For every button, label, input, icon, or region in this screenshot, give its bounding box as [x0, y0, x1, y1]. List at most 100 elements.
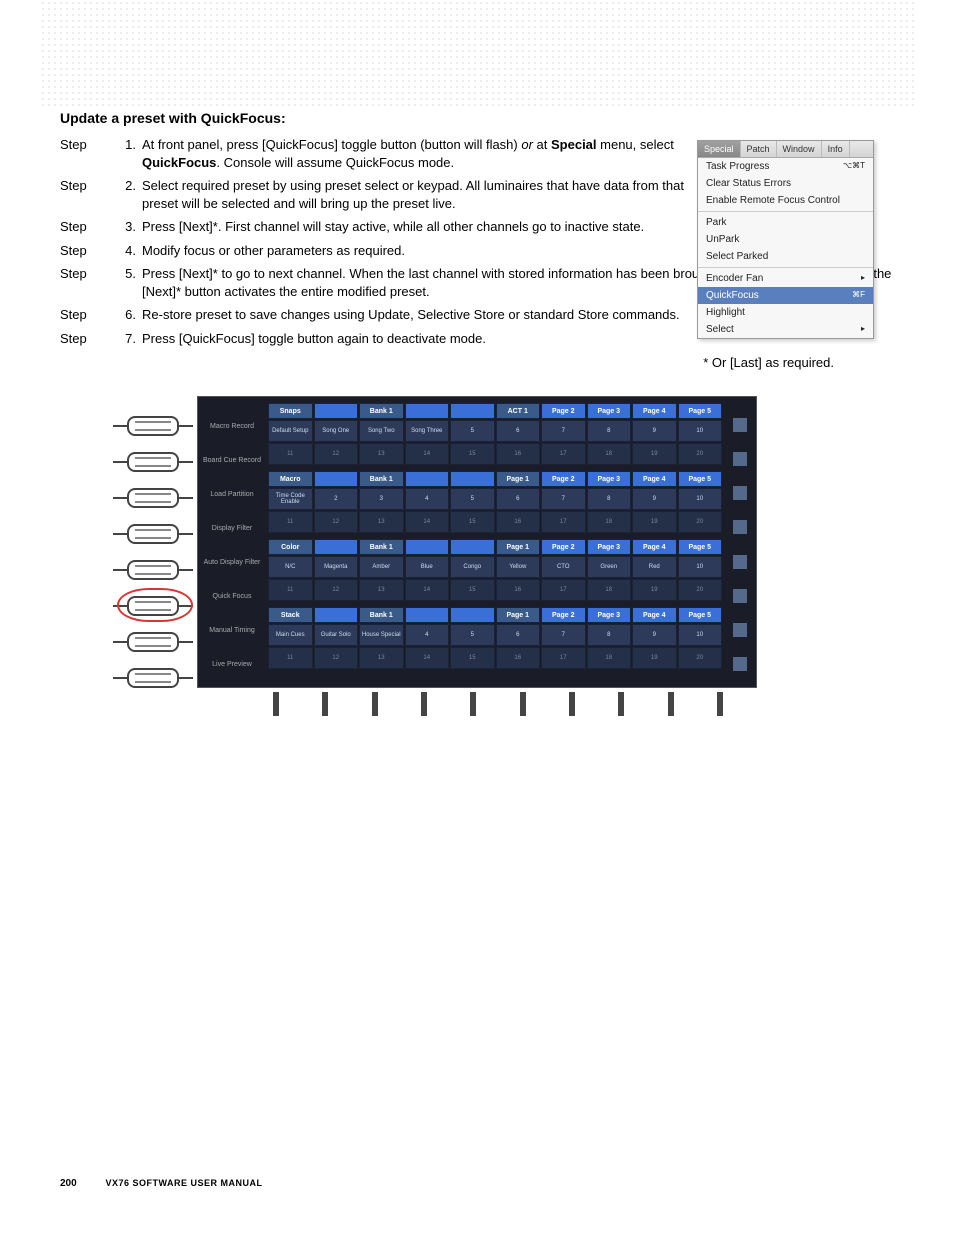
menu-tab[interactable]: Window — [777, 141, 822, 157]
panel-header-cell[interactable]: Page 1 — [496, 471, 541, 487]
panel-cell[interactable]: 9 — [632, 488, 677, 510]
panel-header-cell[interactable]: Snaps — [268, 403, 313, 419]
panel-header-cell[interactable] — [405, 539, 450, 555]
panel-header-cell[interactable] — [314, 539, 359, 555]
panel-header-cell[interactable]: Page 1 — [496, 539, 541, 555]
panel-cell[interactable]: 3 — [359, 488, 404, 510]
panel-cell[interactable]: 10 — [678, 420, 723, 442]
panel-cell[interactable]: Green — [587, 556, 632, 578]
panel-header-cell[interactable]: Page 4 — [632, 403, 677, 419]
panel-side-icon[interactable] — [733, 657, 747, 671]
panel-cell[interactable]: 9 — [632, 624, 677, 646]
panel-cell[interactable]: 14 — [405, 579, 450, 601]
panel-cell[interactable]: 15 — [450, 511, 495, 533]
panel-header-cell[interactable]: Macro — [268, 471, 313, 487]
panel-cell[interactable]: 17 — [541, 443, 586, 465]
panel-cell[interactable]: 7 — [541, 488, 586, 510]
panel-header-cell[interactable] — [405, 471, 450, 487]
panel-cell[interactable]: Guitar Solo — [314, 624, 359, 646]
panel-header-cell[interactable] — [450, 403, 495, 419]
panel-header-cell[interactable]: Page 2 — [541, 403, 586, 419]
panel-cell[interactable]: 14 — [405, 511, 450, 533]
panel-header-cell[interactable]: Page 3 — [587, 539, 632, 555]
hardware-button[interactable] — [127, 416, 179, 436]
panel-cell[interactable]: 17 — [541, 579, 586, 601]
panel-cell[interactable]: Default Setup — [268, 420, 313, 442]
panel-cell[interactable]: Song One — [314, 420, 359, 442]
menu-item[interactable]: Select Parked — [698, 248, 873, 265]
panel-cell[interactable]: 8 — [587, 488, 632, 510]
menu-tab[interactable]: Special — [698, 141, 741, 157]
panel-header-cell[interactable]: Color — [268, 539, 313, 555]
hardware-button[interactable] — [127, 560, 179, 580]
hardware-button[interactable] — [127, 596, 179, 616]
panel-cell[interactable]: 15 — [450, 579, 495, 601]
menu-item[interactable]: Select▸ — [698, 321, 873, 338]
hardware-button[interactable] — [127, 524, 179, 544]
panel-header-cell[interactable]: Page 3 — [587, 607, 632, 623]
panel-cell[interactable]: 20 — [678, 511, 723, 533]
panel-side-icon[interactable] — [733, 589, 747, 603]
panel-cell[interactable]: CTO — [541, 556, 586, 578]
panel-side-icon[interactable] — [733, 623, 747, 637]
panel-header-cell[interactable] — [450, 471, 495, 487]
panel-side-icon[interactable] — [733, 418, 747, 432]
panel-cell[interactable]: 18 — [587, 443, 632, 465]
panel-header-cell[interactable]: Page 5 — [678, 539, 723, 555]
menu-item[interactable]: Highlight — [698, 304, 873, 321]
panel-header-cell[interactable]: Page 3 — [587, 403, 632, 419]
panel-cell[interactable]: 14 — [405, 443, 450, 465]
panel-cell[interactable]: 16 — [496, 647, 541, 669]
panel-cell[interactable]: 12 — [314, 647, 359, 669]
panel-cell[interactable]: Red — [632, 556, 677, 578]
panel-cell[interactable]: 12 — [314, 443, 359, 465]
panel-header-cell[interactable] — [450, 539, 495, 555]
panel-header-cell[interactable] — [450, 607, 495, 623]
panel-header-cell[interactable]: Bank 1 — [359, 607, 404, 623]
panel-cell[interactable]: 13 — [359, 443, 404, 465]
panel-header-cell[interactable]: ACT 1 — [496, 403, 541, 419]
panel-cell[interactable]: 8 — [587, 624, 632, 646]
panel-cell[interactable]: Time Code Enable — [268, 488, 313, 510]
panel-cell[interactable]: 6 — [496, 488, 541, 510]
panel-header-cell[interactable] — [405, 607, 450, 623]
panel-cell[interactable]: 19 — [632, 511, 677, 533]
panel-cell[interactable]: 16 — [496, 443, 541, 465]
panel-cell[interactable]: 18 — [587, 511, 632, 533]
menu-item[interactable]: Clear Status Errors — [698, 175, 873, 192]
panel-cell[interactable]: 6 — [496, 624, 541, 646]
panel-cell[interactable]: Congo — [450, 556, 495, 578]
panel-header-cell[interactable] — [314, 403, 359, 419]
panel-cell[interactable]: 18 — [587, 579, 632, 601]
panel-cell[interactable]: 11 — [268, 579, 313, 601]
menu-tab[interactable]: Info — [822, 141, 850, 157]
panel-cell[interactable]: 7 — [541, 420, 586, 442]
panel-cell[interactable]: Blue — [405, 556, 450, 578]
panel-cell[interactable]: Yellow — [496, 556, 541, 578]
hardware-button[interactable] — [127, 488, 179, 508]
panel-header-cell[interactable]: Page 2 — [541, 607, 586, 623]
panel-cell[interactable]: Main Cues — [268, 624, 313, 646]
menu-item[interactable]: Enable Remote Focus Control — [698, 192, 873, 209]
hardware-button[interactable] — [127, 452, 179, 472]
panel-cell[interactable]: 17 — [541, 511, 586, 533]
panel-cell[interactable]: 11 — [268, 443, 313, 465]
panel-header-cell[interactable]: Page 5 — [678, 403, 723, 419]
hardware-button[interactable] — [127, 668, 179, 688]
panel-cell[interactable]: 20 — [678, 443, 723, 465]
hardware-button[interactable] — [127, 632, 179, 652]
panel-header-cell[interactable] — [405, 403, 450, 419]
menu-item[interactable]: Park — [698, 214, 873, 231]
panel-cell[interactable]: 5 — [450, 624, 495, 646]
panel-header-cell[interactable]: Page 3 — [587, 471, 632, 487]
panel-cell[interactable]: 16 — [496, 511, 541, 533]
panel-cell[interactable]: 17 — [541, 647, 586, 669]
panel-header-cell[interactable] — [314, 471, 359, 487]
panel-side-icon[interactable] — [733, 520, 747, 534]
panel-header-cell[interactable]: Bank 1 — [359, 403, 404, 419]
panel-cell[interactable]: 19 — [632, 647, 677, 669]
panel-cell[interactable]: House Special — [359, 624, 404, 646]
panel-cell[interactable]: 20 — [678, 647, 723, 669]
panel-cell[interactable]: 4 — [405, 488, 450, 510]
panel-header-cell[interactable]: Page 1 — [496, 607, 541, 623]
